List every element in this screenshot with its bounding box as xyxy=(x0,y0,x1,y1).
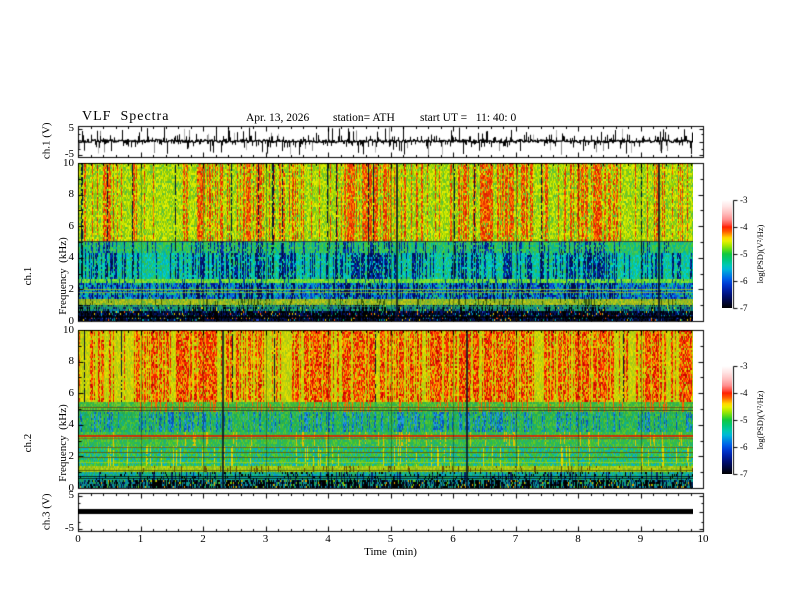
ch1-spec-ytick-label: 6 xyxy=(68,219,75,232)
axes-frame-layer xyxy=(0,0,792,612)
colorbar-tick-label: -5 xyxy=(740,415,748,425)
x-axis-tick-label: 7 xyxy=(512,533,519,545)
ch2-spec-ytick-label: 6 xyxy=(68,386,75,399)
colorbar-tick-label: -3 xyxy=(740,195,748,205)
x-axis-tick-label: 8 xyxy=(575,533,581,545)
colorbar-tick-label: -7 xyxy=(740,469,748,479)
x-axis-tick-label: 4 xyxy=(325,533,331,545)
ch1-spec-ytick-label: 10 xyxy=(63,156,74,169)
ch1-wave-ytick-label: 5 xyxy=(68,122,75,134)
x-axis-tick-label: 2 xyxy=(200,533,206,545)
x-axis-tick-label: 3 xyxy=(262,533,269,545)
colorbar-tick-label: -4 xyxy=(740,222,748,232)
ch2-spec-ytick-label: 2 xyxy=(68,449,75,462)
colorbar-tick-label: -7 xyxy=(740,303,748,313)
ch2-spec-ytick-label: 0 xyxy=(68,481,75,494)
x-axis-tick-label: 9 xyxy=(637,533,644,545)
ch1-spec-ytick-label: 2 xyxy=(68,282,75,295)
colorbar-tick-label: -4 xyxy=(740,388,748,398)
colorbar-tick-label: -3 xyxy=(740,361,748,371)
ch1-spec-ytick-label: 8 xyxy=(68,188,75,201)
ch2-spec-ytick-label: 4 xyxy=(68,418,75,431)
x-axis-tick-label: 6 xyxy=(450,533,456,545)
vlf-spectra-figure: VLF Spectra Apr. 13, 2026 station= ATH s… xyxy=(0,0,792,612)
colorbar-tick-label: -6 xyxy=(740,442,748,452)
colorbar-tick-label: -6 xyxy=(740,276,748,286)
ch3-wave-ytick-label: -5 xyxy=(64,522,74,534)
x-axis-tick-label: 10 xyxy=(697,533,709,545)
ch2-spec-ytick-label: 8 xyxy=(68,355,75,368)
ch2-spec-ytick-label: 10 xyxy=(63,323,74,336)
x-axis-tick-label: 1 xyxy=(137,533,144,545)
x-axis-tick-label: 5 xyxy=(387,533,394,545)
colorbar-tick-label: -5 xyxy=(740,249,748,259)
ch1-spec-ytick-label: 4 xyxy=(68,251,75,264)
